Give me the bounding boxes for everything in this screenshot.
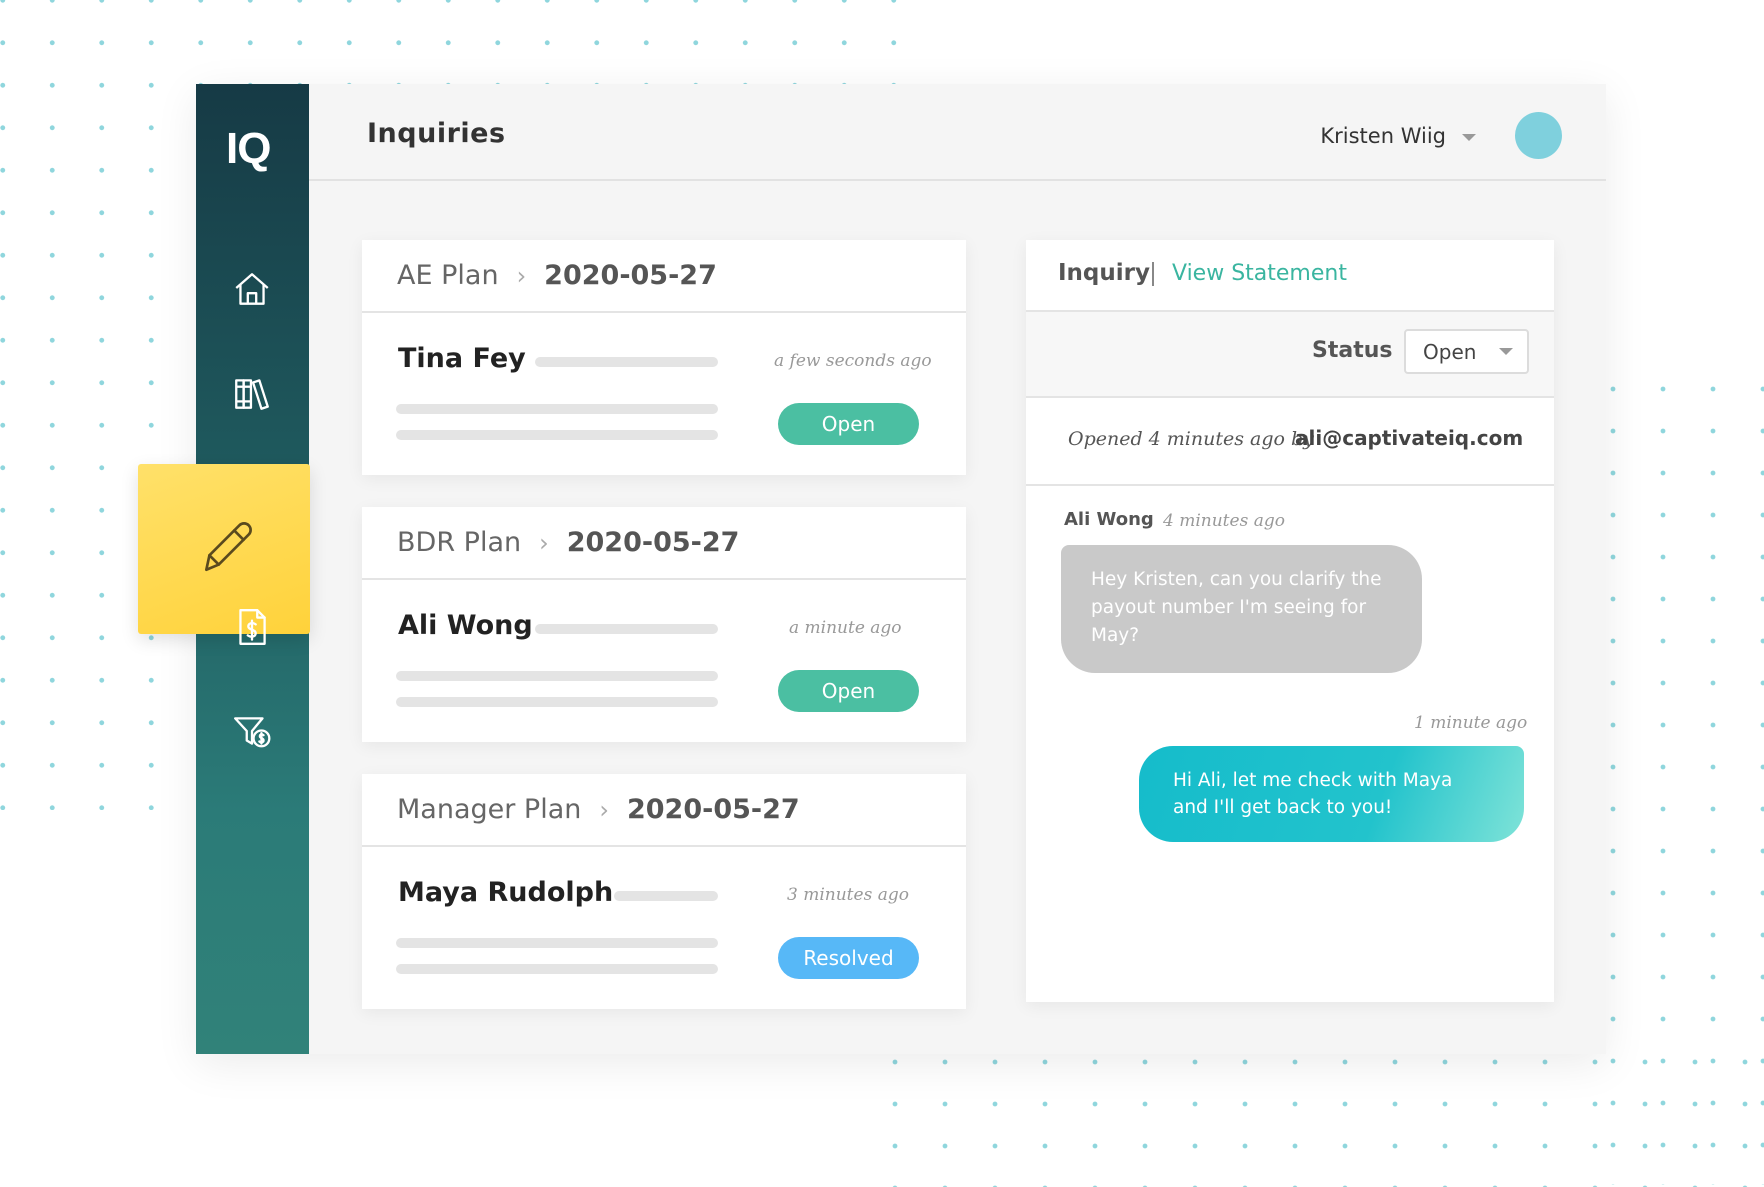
placeholder-line — [396, 430, 718, 440]
tab-view-statement[interactable]: View Statement — [1172, 261, 1347, 286]
opened-info: Opened 4 minutes ago by ali@captivateiq.… — [1026, 398, 1554, 486]
chevron-right-icon: › — [516, 261, 527, 290]
status-row: Status Open — [1026, 312, 1554, 398]
sidebar: IQ — [138, 84, 310, 1054]
placeholder-line — [396, 404, 718, 414]
status-badge[interactable]: Open — [778, 403, 919, 445]
plan-name[interactable]: AE Plan — [397, 260, 499, 291]
placeholder-line — [535, 624, 718, 634]
inquirer-name: Tina Fey — [398, 343, 526, 374]
timestamp: 3 minutes ago — [787, 885, 909, 905]
card-header: AE Plan › 2020-05-27 — [362, 240, 966, 313]
plan-name[interactable]: Manager Plan — [397, 794, 581, 825]
inquiry-card[interactable]: BDR Plan › 2020-05-27 Ali Wong a minute … — [362, 507, 966, 742]
chevron-right-icon: › — [599, 795, 609, 824]
tab-inquiry[interactable]: Inquiry — [1058, 260, 1150, 286]
timestamp: a few seconds ago — [774, 351, 932, 371]
message-time: 1 minute ago — [1414, 713, 1528, 733]
message-time: 4 minutes ago — [1163, 511, 1285, 531]
status-badge[interactable]: Resolved — [778, 937, 919, 979]
opened-by-email: ali@captivateiq.com — [1295, 426, 1524, 450]
filter-dollar-icon[interactable] — [231, 710, 273, 752]
plan-date: 2020-05-27 — [544, 260, 717, 291]
inquirer-name: Maya Rudolph — [398, 877, 614, 908]
plan-name[interactable]: BDR Plan — [397, 527, 521, 558]
placeholder-line — [396, 938, 718, 948]
message-author: Ali Wong — [1064, 509, 1154, 530]
pencil-icon — [204, 522, 252, 572]
chevron-right-icon: › — [539, 528, 549, 557]
inquirer-name: Ali Wong — [398, 610, 533, 641]
plan-date: 2020-05-27 — [626, 794, 800, 825]
message-bubble-incoming: Hey Kristen, can you clarify the payout … — [1061, 545, 1422, 673]
message-bubble-outgoing: Hi Ali, let me check with Maya and I'll … — [1139, 746, 1524, 842]
statement-icon[interactable] — [231, 606, 273, 648]
plan-date: 2020-05-27 — [566, 527, 740, 558]
inquiry-detail-panel: Inquiry View Statement Status Open Opene… — [1026, 240, 1554, 1002]
placeholder-line — [396, 964, 718, 974]
chevron-down-icon — [1499, 348, 1513, 355]
app-window: IQ Inquiries Kristen Wiig AE Plan › 2020… — [138, 84, 1606, 1054]
opened-text: Opened 4 minutes ago by — [1068, 428, 1314, 450]
avatar[interactable] — [1515, 112, 1562, 159]
status-badge[interactable]: Open — [778, 670, 919, 712]
top-bar: Inquiries Kristen Wiig — [309, 84, 1606, 181]
nav-item-inquiries-active[interactable] — [138, 464, 310, 634]
placeholder-line — [396, 671, 718, 681]
card-header: BDR Plan › 2020-05-27 — [362, 507, 966, 580]
library-icon[interactable] — [231, 372, 273, 414]
card-header: Manager Plan › 2020-05-27 — [362, 774, 966, 847]
inquiry-card[interactable]: AE Plan › 2020-05-27 Tina Fey a few seco… — [362, 240, 966, 475]
dot-pattern-bottom — [860, 1040, 1764, 1187]
detail-tabs: Inquiry View Statement — [1026, 240, 1554, 312]
user-menu[interactable]: Kristen Wiig — [1320, 124, 1446, 148]
app-logo[interactable]: IQ — [226, 124, 271, 174]
page-title: Inquiries — [367, 118, 506, 149]
timestamp: a minute ago — [789, 618, 902, 638]
tab-divider — [1152, 262, 1154, 286]
chevron-down-icon[interactable] — [1462, 134, 1476, 141]
placeholder-line — [535, 357, 718, 367]
inquiry-card[interactable]: Manager Plan › 2020-05-27 Maya Rudolph 3… — [362, 774, 966, 1009]
placeholder-line — [396, 697, 718, 707]
placeholder-line — [614, 891, 718, 901]
status-select[interactable]: Open — [1404, 329, 1529, 374]
home-icon[interactable] — [231, 268, 273, 310]
status-label: Status — [1312, 338, 1393, 363]
status-select-value: Open — [1423, 340, 1477, 364]
